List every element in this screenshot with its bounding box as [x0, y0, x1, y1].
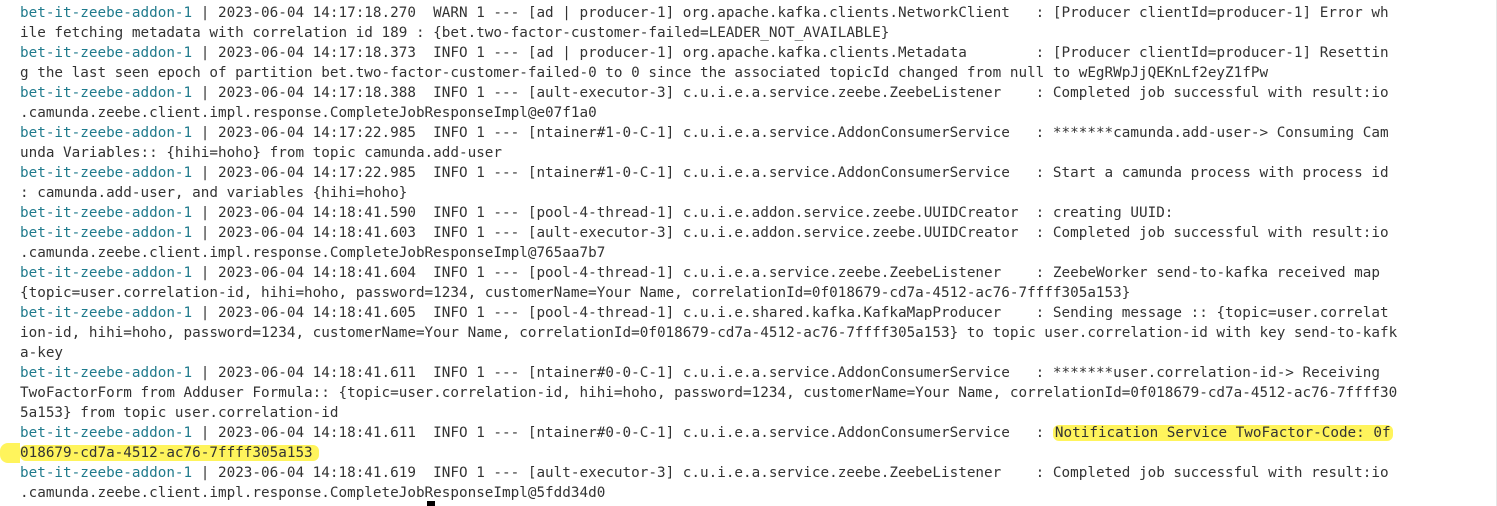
highlighted-notification-text: Notification Service TwoFactor-Code: 0f: [1052, 425, 1393, 441]
log-line-continuation: {topic=user.correlation-id, hihi=hoho, p…: [20, 285, 1131, 301]
log-message: | 2023-06-04 14:18:41.605 INFO 1 --- [po…: [192, 305, 1389, 321]
log-service-name: bet-it-zeebe-addon-1: [20, 165, 193, 181]
log-line-highlighted: bet-it-zeebe-addon-1 | 2023-06-04 14:18:…: [20, 423, 1475, 443]
log-line-continuation: .camunda.zeebe.client.impl.response.Comp…: [20, 485, 606, 501]
log-service-name: bet-it-zeebe-addon-1: [20, 85, 193, 101]
log-line-continuation: ile fetching metadata with correlation i…: [20, 25, 890, 41]
highlight-lead-mark: [0, 443, 20, 463]
log-line-continuation: a-key: [20, 345, 64, 361]
highlighted-twofactor-code: 018679-cd7a-4512-ac76-7ffff305a153: [20, 445, 319, 461]
log-line-continuation: .camunda.zeebe.client.impl.response.Comp…: [20, 245, 606, 261]
log-line-continuation: 018679-cd7a-4512-ac76-7ffff305a153: [0, 443, 1475, 463]
log-service-name: bet-it-zeebe-addon-1: [20, 125, 193, 141]
log-service-name: bet-it-zeebe-addon-1: [20, 365, 193, 381]
log-service-name: bet-it-zeebe-addon-1: [20, 5, 193, 21]
log-line-continuation: unda Variables:: {hihi=hoho} from topic …: [20, 145, 503, 161]
log-line-continuation: ion-id, hihi=hoho, password=1234, custom…: [20, 325, 1398, 341]
log-service-name: bet-it-zeebe-addon-1: [20, 265, 193, 281]
log-service-name: bet-it-zeebe-addon-1: [20, 205, 193, 221]
log-message: | 2023-06-04 14:18:41.619 INFO 1 --- [au…: [192, 465, 1389, 481]
log-line-continuation: 5a153} from topic user.correlation-id: [20, 405, 339, 421]
log-line-continuation: TwoFactorForm from Adduser Formula:: {to…: [20, 385, 1398, 401]
log-line: bet-it-zeebe-addon-1 | 2023-06-04 14:17:…: [20, 163, 1475, 183]
log-line: bet-it-zeebe-addon-1 | 2023-06-04 14:17:…: [20, 83, 1475, 103]
log-line: bet-it-zeebe-addon-1 | 2023-06-04 14:17:…: [20, 3, 1475, 23]
log-line-continuation: .camunda.zeebe.client.impl.response.Comp…: [20, 105, 597, 121]
log-message: | 2023-06-04 14:17:18.373 INFO 1 --- [ad…: [192, 45, 1389, 61]
terminal-log-output[interactable]: bet-it-zeebe-addon-1 | 2023-06-04 14:17:…: [0, 0, 1475, 506]
log-message: | 2023-06-04 14:18:41.611 INFO 1 --- [nt…: [192, 365, 1389, 381]
log-message: | 2023-06-04 14:18:41.604 INFO 1 --- [po…: [192, 265, 1380, 281]
log-service-name: bet-it-zeebe-addon-1: [20, 225, 193, 241]
log-message: | 2023-06-04 14:18:41.611 INFO 1 --- [nt…: [192, 425, 1053, 441]
log-line: bet-it-zeebe-addon-1 | 2023-06-04 14:18:…: [20, 463, 1475, 483]
log-service-name: bet-it-zeebe-addon-1: [20, 45, 193, 61]
log-message: | 2023-06-04 14:17:18.388 INFO 1 --- [au…: [192, 85, 1389, 101]
log-service-name: bet-it-zeebe-addon-1: [20, 305, 193, 321]
log-message: | 2023-06-04 14:17:22.985 INFO 1 --- [nt…: [192, 125, 1389, 141]
log-line-continuation: : camunda.add-user, and variables {hihi=…: [20, 185, 408, 201]
log-message: | 2023-06-04 14:17:18.270 WARN 1 --- [ad…: [192, 5, 1389, 21]
log-service-name: bet-it-zeebe-addon-1: [20, 425, 193, 441]
log-line: bet-it-zeebe-addon-1 | 2023-06-04 14:18:…: [20, 303, 1475, 323]
log-line: bet-it-zeebe-addon-1 | 2023-06-04 14:18:…: [20, 363, 1475, 383]
log-line: bet-it-zeebe-addon-1 | 2023-06-04 14:18:…: [20, 223, 1475, 243]
log-line: bet-it-zeebe-addon-1 | 2023-06-04 14:17:…: [20, 43, 1475, 63]
log-line: bet-it-zeebe-addon-1 | 2023-06-04 14:17:…: [20, 123, 1475, 143]
log-message: | 2023-06-04 14:18:41.590 INFO 1 --- [po…: [192, 205, 1174, 221]
log-line: bet-it-zeebe-addon-1 | 2023-06-04 14:18:…: [20, 263, 1475, 283]
log-service-name: bet-it-zeebe-addon-1: [20, 465, 193, 481]
log-message: | 2023-06-04 14:17:22.985 INFO 1 --- [nt…: [192, 165, 1389, 181]
log-line-continuation: g the last seen epoch of partition bet.t…: [20, 65, 1269, 81]
log-message: | 2023-06-04 14:18:41.603 INFO 1 --- [au…: [192, 225, 1389, 241]
text-cursor: [427, 501, 435, 506]
log-line: bet-it-zeebe-addon-1 | 2023-06-04 14:18:…: [20, 203, 1475, 223]
